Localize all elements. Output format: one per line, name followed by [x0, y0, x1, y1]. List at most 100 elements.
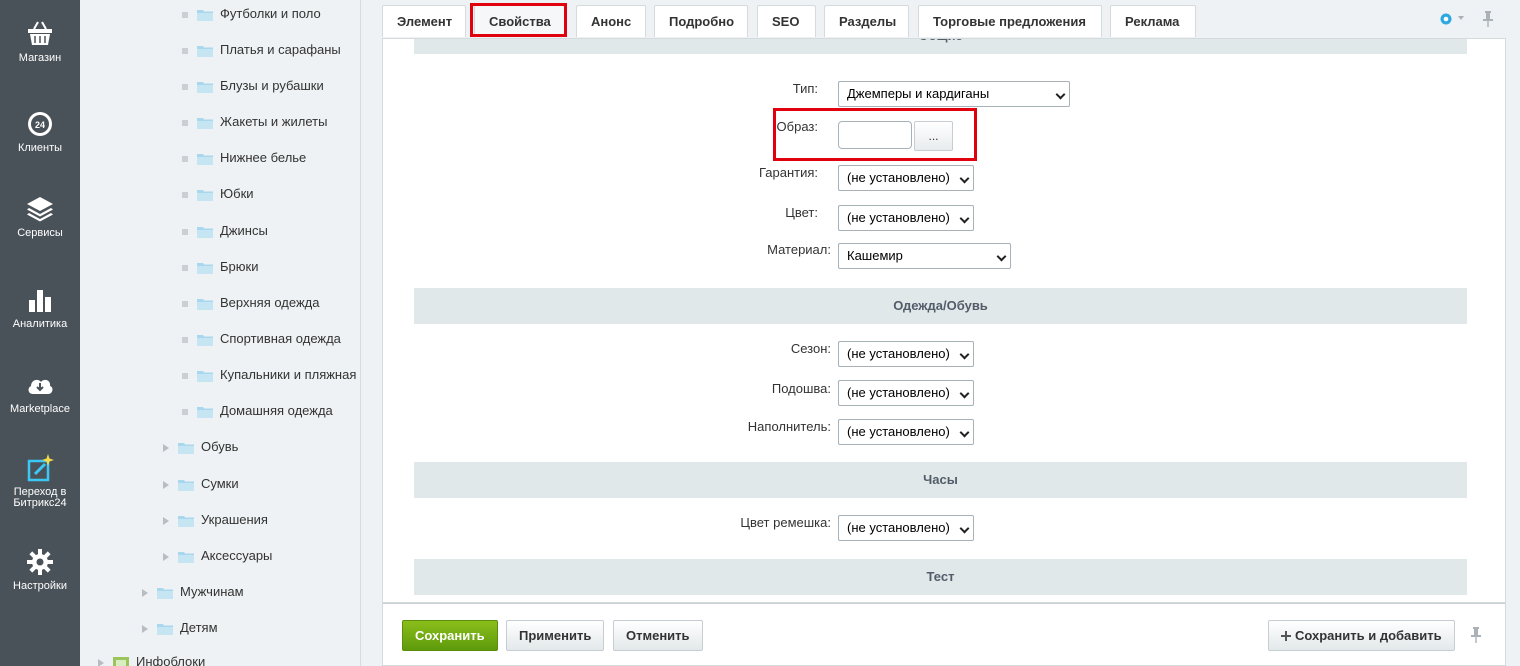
tree-item[interactable]: Купальники и пляжная	[182, 365, 356, 385]
tree-item[interactable]: Спортивная одежда	[182, 329, 341, 349]
color-select[interactable]: (не установлено)	[838, 205, 974, 231]
expand-arrow-icon[interactable]	[142, 624, 148, 633]
bullet-icon	[182, 119, 188, 126]
field-label-strap-color: Цвет ремешка:	[740, 515, 831, 530]
crm-24-icon: 24	[28, 112, 52, 136]
tab-element[interactable]: Элемент	[382, 5, 466, 37]
folder-icon	[157, 623, 173, 635]
tree-item-label: Футболки и поло	[220, 6, 321, 21]
folder-icon	[197, 81, 213, 93]
tree-item[interactable]: Жакеты и жилеты	[182, 112, 327, 132]
menu-label: Магазин	[18, 52, 62, 64]
layers-icon	[27, 197, 53, 222]
sole-select[interactable]: (не установлено)	[838, 380, 974, 406]
section-head-general: Общие	[414, 39, 1467, 54]
chevron-down-icon[interactable]	[1458, 16, 1464, 20]
tab-detail[interactable]: Подробно	[654, 5, 748, 37]
select-value: Кашемир	[847, 248, 903, 263]
save-button[interactable]: Сохранить	[402, 620, 498, 651]
tree-item[interactable]: Детям	[142, 618, 218, 638]
plus-icon	[1281, 631, 1291, 641]
menu-item-analytics[interactable]: Аналитика	[0, 284, 80, 330]
field-label-type: Тип:	[792, 81, 818, 96]
season-select[interactable]: (не установлено)	[838, 341, 974, 367]
field-label-warranty: Гарантия:	[758, 165, 818, 180]
expand-arrow-icon[interactable]	[163, 552, 169, 561]
tree-item[interactable]: Платья и сарафаны	[182, 40, 341, 60]
filler-select[interactable]: (не установлено)	[838, 419, 974, 445]
tree-item-label: Спортивная одежда	[220, 331, 341, 346]
section-tree: Футболки и поло Платья и сарафаны Блузы …	[80, 0, 361, 666]
gear-icon	[27, 549, 53, 575]
bullet-icon	[182, 372, 188, 379]
bullet-icon	[182, 11, 188, 18]
field-label-sole: Подошва:	[771, 381, 831, 396]
select-value: (не установлено)	[847, 170, 950, 185]
select-value: (не установлено)	[847, 385, 950, 400]
expand-arrow-icon[interactable]	[163, 443, 169, 452]
chevron-down-icon	[959, 388, 970, 399]
folder-icon	[178, 442, 194, 454]
tree-item[interactable]: Футболки и поло	[182, 4, 321, 24]
menu-label: Настройки	[13, 580, 67, 592]
tree-item-label: Блузы и рубашки	[220, 78, 324, 93]
select-value: (не установлено)	[847, 520, 950, 535]
menu-label: Аналитика	[12, 318, 68, 330]
tree-item[interactable]: Инфоблоки	[98, 652, 205, 666]
tab-offers[interactable]: Торговые предложения	[918, 5, 1102, 37]
tree-item[interactable]: Мужчинам	[142, 582, 244, 602]
tab-seo[interactable]: SEO	[757, 5, 816, 37]
tab-ads[interactable]: Реклама	[1110, 5, 1196, 37]
tree-item[interactable]: Сумки	[163, 474, 239, 494]
pin-icon[interactable]	[1470, 626, 1482, 644]
tree-item-label: Сумки	[201, 476, 239, 491]
expand-arrow-icon[interactable]	[163, 480, 169, 489]
save-and-add-button[interactable]: Сохранить и добавить	[1268, 620, 1455, 651]
expand-arrow-icon[interactable]	[142, 588, 148, 597]
menu-item-settings[interactable]: Настройки	[0, 546, 80, 592]
warranty-select[interactable]: (не установлено)	[838, 165, 974, 191]
menu-label: Битрикс24	[13, 497, 67, 509]
menu-item-go-bitrix24[interactable]: Переход в Битрикс24	[0, 452, 80, 509]
folder-icon	[178, 551, 194, 563]
cancel-button[interactable]: Отменить	[613, 620, 703, 651]
menu-item-shop[interactable]: Магазин	[0, 18, 80, 64]
material-select[interactable]: Кашемир	[838, 243, 1011, 269]
tree-item[interactable]: Юбки	[182, 184, 254, 204]
tree-item[interactable]: Верхняя одежда	[182, 293, 319, 313]
sparkle-edit-icon	[27, 454, 54, 482]
expand-arrow-icon[interactable]	[98, 658, 104, 666]
image-browse-button[interactable]: ...	[914, 121, 953, 151]
bullet-icon	[182, 155, 188, 162]
properties-panel: Общие Тип: Джемперы и кардиганы Образ: .…	[382, 38, 1506, 603]
type-select[interactable]: Джемперы и кардиганы	[838, 81, 1070, 107]
apply-button[interactable]: Применить	[506, 620, 605, 651]
image-input[interactable]	[838, 121, 912, 149]
tree-item[interactable]: Обувь	[163, 437, 238, 457]
tree-item[interactable]: Нижнее белье	[182, 148, 306, 168]
strap-color-select[interactable]: (не установлено)	[838, 515, 974, 541]
menu-item-clients[interactable]: 24 Клиенты	[0, 108, 80, 154]
tree-item[interactable]: Брюки	[182, 257, 258, 277]
tree-item[interactable]: Блузы и рубашки	[182, 76, 324, 96]
bullet-icon	[182, 408, 188, 415]
tree-item-label: Жакеты и жилеты	[220, 114, 328, 129]
menu-item-services[interactable]: Сервисы	[0, 193, 80, 239]
tree-item[interactable]: Аксессуары	[163, 546, 272, 566]
tree-item-label: Брюки	[220, 259, 259, 274]
menu-item-marketplace[interactable]: Marketplace	[0, 369, 80, 415]
section-head-watches: Часы	[414, 462, 1467, 498]
tab-announce[interactable]: Анонс	[576, 5, 646, 37]
folder-icon	[197, 117, 213, 129]
folder-icon	[197, 406, 213, 418]
gear-icon[interactable]	[1438, 11, 1454, 27]
tree-item[interactable]: Домашняя одежда	[182, 401, 333, 421]
folder-icon	[197, 262, 213, 274]
tree-item[interactable]: Украшения	[163, 510, 268, 530]
pin-icon[interactable]	[1482, 10, 1494, 28]
bottom-bar: Сохранить Применить Отменить Сохранить и…	[382, 603, 1506, 666]
tab-properties[interactable]: Свойства	[474, 5, 565, 37]
tree-item[interactable]: Джинсы	[182, 221, 268, 241]
expand-arrow-icon[interactable]	[163, 516, 169, 525]
tab-sections[interactable]: Разделы	[824, 5, 909, 37]
